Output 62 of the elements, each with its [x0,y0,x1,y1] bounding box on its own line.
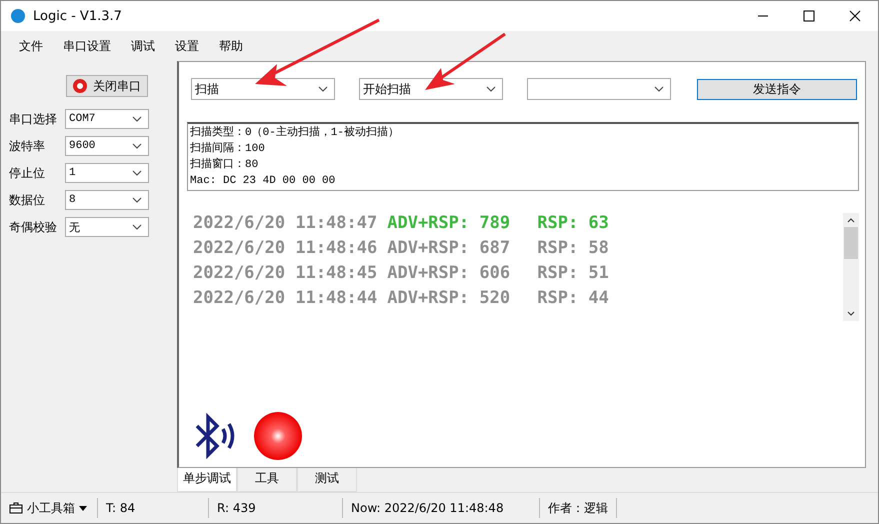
field-label: 数据位 [9,192,46,208]
log-rsp-count: RSP: 44 [537,288,609,310]
chevron-down-icon [486,86,496,92]
info-line: 扫描间隔：100 [190,141,266,157]
chevron-down-icon [318,86,328,92]
chevron-down-icon [132,224,142,230]
rx-count: R: 439 [209,498,343,518]
info-line: 扫描窗口：80 [190,157,260,173]
toolbox-dropdown[interactable]: 小工具箱 [1,498,98,518]
menu-item[interactable]: 帮助 [209,38,253,54]
caret-icon [79,506,87,510]
menu-item[interactable]: 设置 [165,38,209,54]
chevron-down-icon [132,143,142,149]
log-timestamp: 2022/6/20 11:48:45 [193,263,378,285]
log-timestamp: 2022/6/20 11:48:46 [193,238,378,260]
info-line: 扫描类型：0（0-主动扫描，1-被动扫描） [190,125,400,141]
chevron-down-icon [654,86,664,92]
tab[interactable]: 测试 [297,468,357,492]
scroll-up-icon[interactable] [847,217,855,223]
tab[interactable]: 单步调试 [177,468,237,492]
dropdown[interactable]: 无 [65,217,149,237]
log-rsp-count: RSP: 58 [537,238,609,260]
log-adv-count: ADV+RSP: 606 [387,263,512,285]
log-rsp-count: RSP: 63 [537,213,609,235]
scroll-down-icon[interactable] [847,311,855,317]
toolbox-icon [9,502,23,514]
menu-item[interactable]: 文件 [9,38,53,54]
tab[interactable]: 工具 [237,468,297,492]
app-logo-icon [11,9,25,23]
menu-item[interactable]: 调试 [121,38,165,54]
menu-item[interactable]: 串口设置 [53,38,121,54]
chevron-down-icon [132,197,142,203]
log-timestamp: 2022/6/20 11:48:44 [193,288,378,310]
dropdown[interactable]: COM7 [65,109,149,129]
close-icon[interactable] [849,10,861,22]
current-time: Now: 2022/6/20 11:48:48 [343,498,540,518]
stop-icon [73,79,87,93]
log-timestamp: 2022/6/20 11:48:47 [193,213,378,235]
log-adv-count: ADV+RSP: 687 [387,238,512,260]
info-line: Mac: DC 23 4D 00 00 00 [190,174,336,189]
field-label: 波特率 [9,138,46,154]
author-label: 作者：逻辑 [540,498,617,518]
tx-count: T: 84 [98,498,209,518]
dropdown[interactable]: 1 [65,163,149,183]
dropdown[interactable]: 开始扫描 [359,78,503,100]
log-rsp-count: RSP: 51 [537,263,609,285]
close-port-button[interactable]: 关闭串口 [66,75,148,97]
log-adv-count: ADV+RSP: 789 [387,213,512,235]
dropdown[interactable]: 9600 [65,136,149,156]
scrollbar[interactable] [843,213,859,321]
field-label: 奇偶校验 [9,218,58,236]
send-command-button[interactable]: 发送指令 [697,78,857,100]
dropdown[interactable]: 扫描 [191,78,335,100]
status-light-icon [253,411,303,461]
chevron-down-icon [132,116,142,122]
field-label: 停止位 [9,164,46,182]
dropdown[interactable]: 8 [65,190,149,210]
maximize-icon[interactable] [803,10,815,22]
window-title: Logic - V1.3.7 [33,8,122,24]
field-label: 串口选择 [9,110,58,128]
log-adv-count: ADV+RSP: 520 [387,288,512,310]
chevron-down-icon [132,170,142,176]
